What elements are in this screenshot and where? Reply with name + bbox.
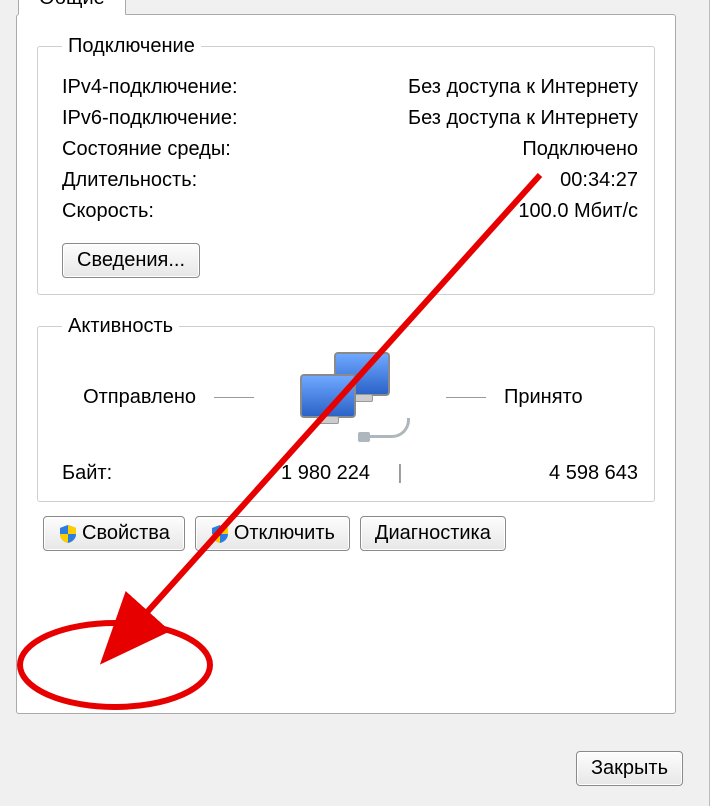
close-button[interactable]: Закрыть — [576, 751, 683, 786]
recv-label: Принято — [504, 386, 583, 409]
ipv6-label: IPv6-подключение: — [62, 107, 238, 130]
activity-legend: Активность — [62, 315, 179, 338]
activity-group: Активность Отправлено Прин — [37, 315, 655, 502]
bytes-label: Байт: — [62, 462, 162, 485]
action-row: Свойства Отключить Диагностика — [43, 516, 649, 551]
bytes-recv: 4 598 643 — [410, 462, 638, 485]
sent-label: Отправлено — [83, 386, 196, 409]
properties-button[interactable]: Свойства — [43, 516, 185, 551]
speed-label: Скорость: — [62, 200, 154, 223]
tab-general-label: Общие — [39, 0, 105, 9]
plug-icon — [358, 432, 370, 442]
activity-body: Отправлено Принято Байт: — [62, 352, 638, 485]
divider — [446, 397, 486, 398]
row-ipv4: IPv4-подключение: Без доступа к Интернет… — [62, 76, 638, 99]
details-button[interactable]: Сведения... — [62, 243, 200, 278]
media-label: Состояние среды: — [62, 138, 231, 161]
tab-panel: Подключение IPv4-подключение: Без доступ… — [16, 14, 676, 714]
monitor-front-icon — [300, 374, 356, 418]
cable-icon — [364, 418, 410, 438]
speed-value: 100.0 Мбит/с — [518, 200, 638, 223]
bottom-bar: Закрыть — [576, 751, 683, 786]
ipv4-label: IPv4-подключение: — [62, 76, 238, 99]
row-speed: Скорость: 100.0 Мбит/с — [62, 200, 638, 223]
network-status-dialog: Общие Подключение IPv4-подключение: Без … — [0, 0, 710, 806]
network-computers-icon — [290, 352, 410, 442]
ipv4-value: Без доступа к Интернету — [408, 76, 638, 99]
bytes-separator: | — [390, 462, 410, 485]
sent-cell: Отправлено — [62, 386, 270, 409]
shield-icon — [58, 524, 78, 544]
properties-button-label: Свойства — [82, 522, 170, 545]
diagnose-button[interactable]: Диагностика — [360, 516, 506, 551]
connection-group: Подключение IPv4-подключение: Без доступ… — [37, 35, 655, 295]
media-value: Подключено — [522, 138, 638, 161]
duration-value: 00:34:27 — [560, 169, 638, 192]
bytes-sent: 1 980 224 — [162, 462, 390, 485]
disable-button[interactable]: Отключить — [195, 516, 350, 551]
diagnose-button-label: Диагностика — [375, 522, 491, 545]
divider — [214, 397, 254, 398]
shield-icon — [210, 524, 230, 544]
connection-legend: Подключение — [62, 35, 201, 58]
row-ipv6: IPv6-подключение: Без доступа к Интернет… — [62, 107, 638, 130]
ipv6-value: Без доступа к Интернету — [408, 107, 638, 130]
duration-label: Длительность: — [62, 169, 197, 192]
row-media: Состояние среды: Подключено — [62, 138, 638, 161]
details-button-label: Сведения... — [77, 249, 185, 272]
tab-general[interactable]: Общие — [18, 0, 126, 15]
close-button-label: Закрыть — [591, 757, 668, 780]
row-duration: Длительность: 00:34:27 — [62, 169, 638, 192]
disable-button-label: Отключить — [234, 522, 335, 545]
activity-header: Отправлено Принято — [62, 352, 638, 442]
bytes-row: Байт: 1 980 224 | 4 598 643 — [62, 462, 638, 485]
recv-cell: Принято — [430, 386, 638, 409]
